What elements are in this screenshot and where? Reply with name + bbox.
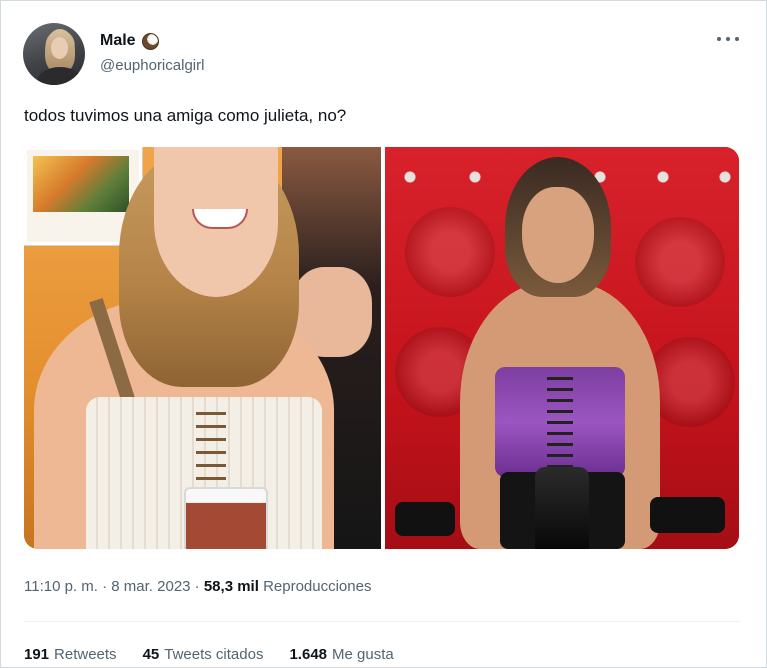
tweet-card: Male @euphoricalgirl todos tuvimos una a… xyxy=(0,0,767,668)
tweet-media xyxy=(24,147,739,549)
views-label: Reproducciones xyxy=(263,578,372,595)
tweet-photo-1[interactable] xyxy=(24,147,381,549)
photo-corset-lacing xyxy=(547,369,573,473)
author-name[interactable]: Male xyxy=(100,32,136,50)
more-options-icon[interactable] xyxy=(717,31,739,47)
likes-label: Me gusta xyxy=(332,646,394,663)
photo-glove-left xyxy=(395,502,455,536)
photo-person-face xyxy=(522,187,594,283)
retweets-count: 191 xyxy=(24,646,50,663)
dot-icon xyxy=(717,37,721,41)
quotes-label: Tweets citados xyxy=(164,646,264,663)
tweet-meta: 11:10 p. m. · 8 mar. 2023 · 58,3 mil Rep… xyxy=(24,578,371,595)
wall-picture-art xyxy=(33,156,129,212)
dot-icon xyxy=(735,37,739,41)
meta-separator: · xyxy=(190,578,204,595)
retweets-label: Retweets xyxy=(54,646,117,663)
tweet-header: Male @euphoricalgirl xyxy=(23,23,745,87)
author-name-row[interactable]: Male xyxy=(100,32,159,50)
meta-separator: · xyxy=(97,578,112,595)
photo-beer-glass xyxy=(184,487,268,549)
views-count: 58,3 mil xyxy=(203,578,259,595)
quotes-count: 45 xyxy=(142,646,160,663)
tufted-cushion xyxy=(635,217,725,307)
photo-glove-right xyxy=(650,497,725,533)
retweets-stat[interactable]: 191 Retweets xyxy=(24,646,117,663)
tweet-time[interactable]: 11:10 p. m. xyxy=(24,578,98,595)
quote-tweets-stat[interactable]: 45 Tweets citados xyxy=(143,646,264,663)
dot-icon xyxy=(726,37,730,41)
tweet-stats: 191 Retweets 45 Tweets citados 1.648 Me gus… xyxy=(24,646,394,663)
avatar-body xyxy=(37,67,83,85)
likes-count: 1.648 xyxy=(289,646,328,663)
coconut-icon xyxy=(141,32,159,50)
tweet-photo-2[interactable] xyxy=(385,147,739,549)
avatar[interactable] xyxy=(23,23,85,85)
tweet-text: todos tuvimos una amiga como julieta, no… xyxy=(24,106,347,125)
likes-stat[interactable]: 1.648 Me gusta xyxy=(289,646,393,663)
avatar-face xyxy=(51,37,68,59)
photo-boot xyxy=(535,467,589,549)
tufted-cushion xyxy=(405,207,495,297)
tweet-date[interactable]: 8 mar. 2023 xyxy=(111,578,190,595)
divider xyxy=(24,621,740,622)
author-handle[interactable]: @euphoricalgirl xyxy=(100,57,204,74)
